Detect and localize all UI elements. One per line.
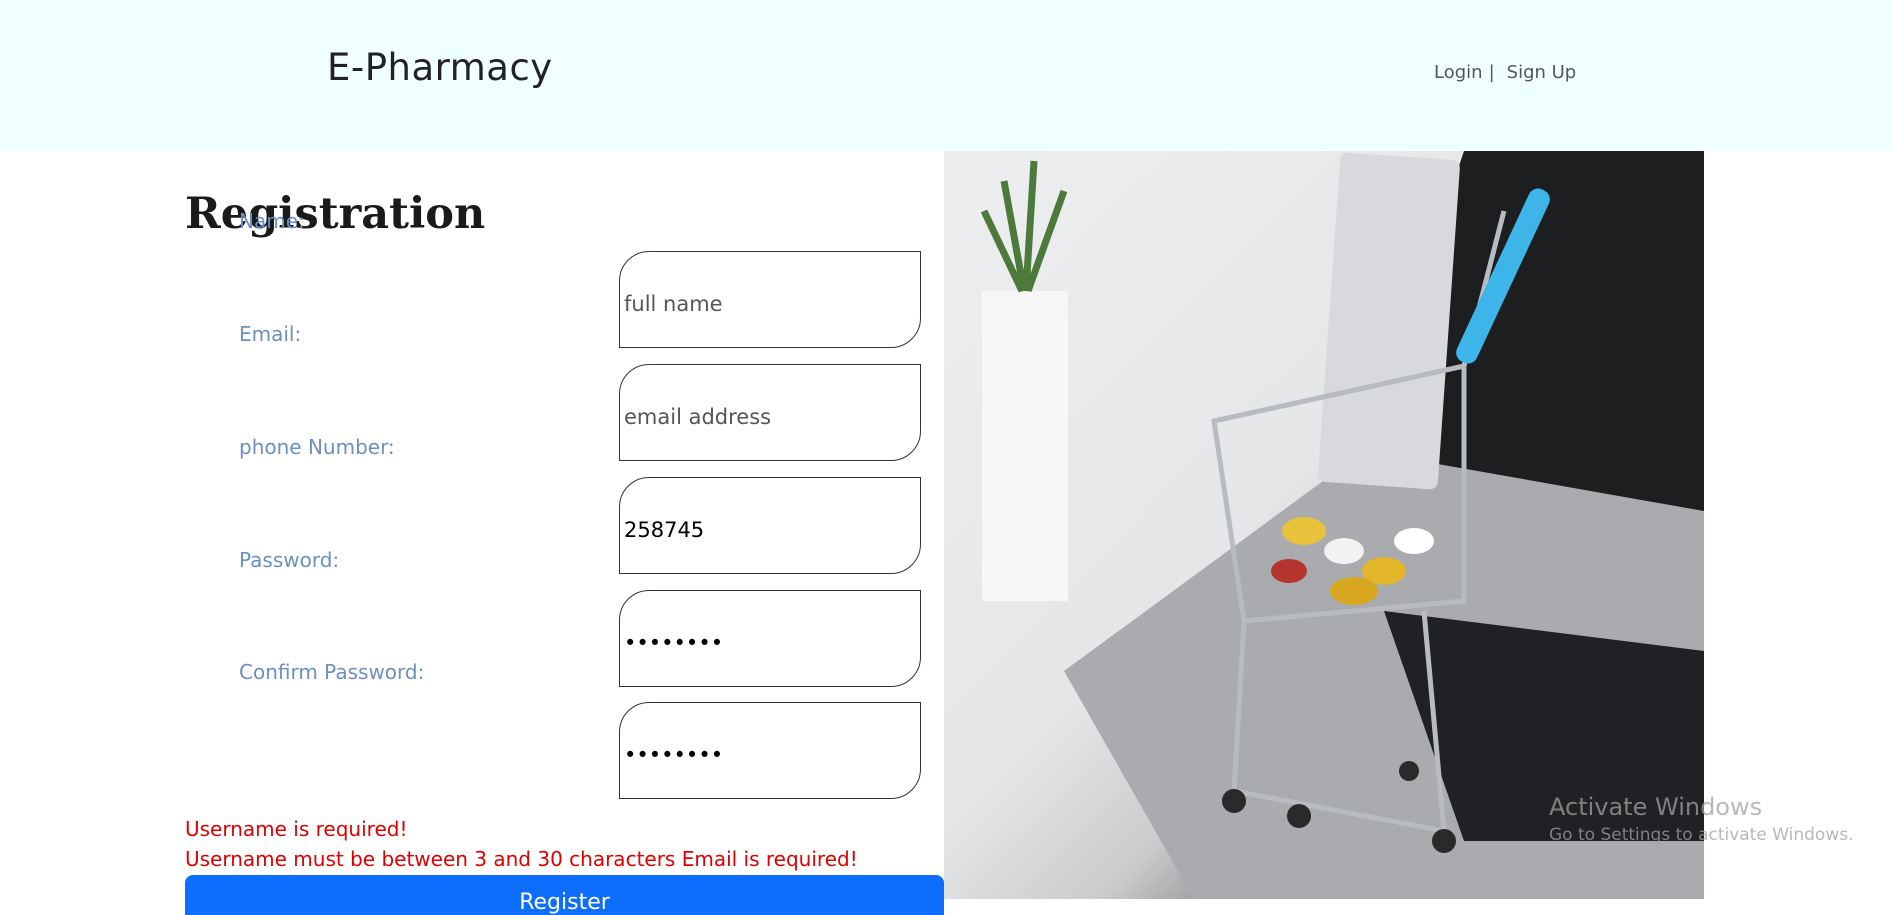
login-link[interactable]: Login (1434, 62, 1483, 83)
nav-separator: | (1488, 62, 1495, 83)
username-required-error: Username is required! (185, 817, 408, 841)
plant-leaves-shape (980, 160, 1068, 293)
watermark-subtitle: Go to Settings to activate Windows. (1549, 825, 1854, 845)
confirm-password-input[interactable] (619, 702, 921, 799)
plant-pot-shape (982, 291, 1068, 601)
brand-logo-text[interactable]: E-Pharmacy (327, 46, 553, 89)
phone-input[interactable] (619, 477, 921, 574)
confirm-password-label: Confirm Password: (239, 660, 425, 684)
password-input[interactable] (619, 590, 921, 687)
hero-illustration (980, 151, 1704, 899)
phone-label: phone Number: (239, 435, 395, 459)
auth-nav: Login | Sign Up (1434, 62, 1576, 83)
username-length-email-error: Username must be between 3 and 30 charac… (185, 847, 858, 871)
site-header: E-Pharmacy Login | Sign Up (0, 0, 1892, 151)
name-input[interactable] (619, 251, 921, 348)
email-input[interactable] (619, 364, 921, 461)
signup-link[interactable]: Sign Up (1507, 62, 1577, 83)
registration-form: Registration Name: Email: phone Number: … (185, 151, 945, 915)
page-title: Registration (185, 189, 486, 239)
register-button[interactable]: Register (185, 875, 944, 915)
name-label: Name: (239, 209, 305, 233)
password-label: Password: (239, 548, 340, 572)
watermark-title: Activate Windows (1549, 793, 1763, 821)
windows-activation-watermark: Activate Windows Go to Settings to activ… (1549, 793, 1854, 845)
email-label: Email: (239, 322, 302, 346)
hero-image-cart-on-laptop (944, 151, 1704, 899)
blister-pack-shape (1318, 152, 1460, 490)
